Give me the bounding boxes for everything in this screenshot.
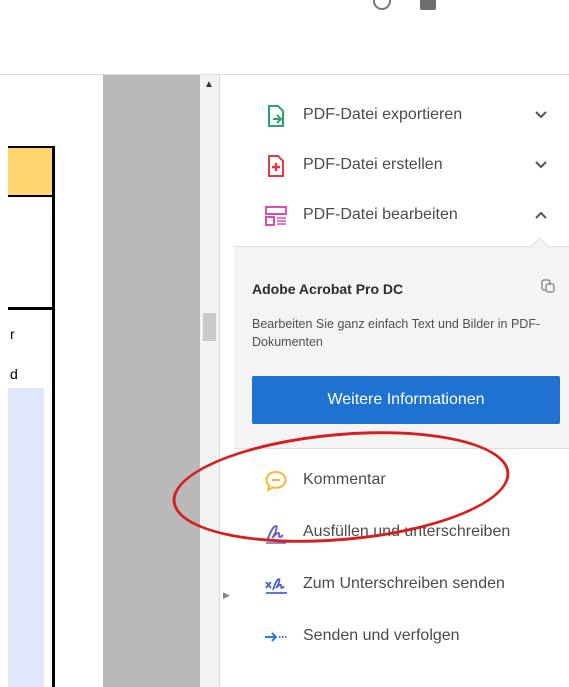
export-pdf-icon (268, 105, 284, 127)
promo-description: Bearbeiten Sie ganz einfach Text und Bil… (252, 317, 541, 349)
promo-title: Adobe Acrobat Pro DC (252, 281, 404, 297)
pane-splitter[interactable]: ▶ (219, 75, 235, 687)
edit-pdf-icon (265, 206, 287, 226)
more-info-button[interactable]: Weitere Informationen (252, 376, 560, 424)
table-border (52, 146, 55, 687)
scroll-up-icon[interactable]: ▲ (204, 79, 214, 90)
table-cell-text: d (10, 366, 18, 382)
top-toolbar (0, 0, 569, 21)
page-gap (103, 75, 200, 687)
form-field-area (8, 388, 44, 687)
chevron-up-icon[interactable] (531, 205, 551, 225)
clock-icon[interactable] (373, 0, 391, 10)
acrobat-pro-icon (541, 279, 555, 293)
vertical-scrollbar[interactable]: ▲ (200, 75, 219, 687)
tool-label: PDF-Datei erstellen (303, 156, 443, 173)
create-pdf-icon (268, 155, 284, 177)
tool-create-pdf[interactable]: PDF-Datei erstellen (234, 141, 569, 191)
chevron-down-icon[interactable] (531, 105, 551, 125)
tool-label: PDF-Datei bearbeiten (303, 206, 458, 223)
tool-send-track[interactable]: Senden und verfolgen (234, 612, 569, 662)
upsell-panel: Adobe Acrobat Pro DC Bearbeiten Sie ganz… (234, 237, 569, 449)
send-track-icon (265, 632, 287, 642)
tool-label: Zum Unterschreiben senden (303, 575, 505, 592)
tool-export-pdf[interactable]: PDF-Datei exportieren (234, 91, 569, 141)
table-cell-text: r (10, 326, 15, 342)
chevron-down-icon[interactable] (531, 155, 551, 175)
scrollbar-thumb[interactable] (203, 313, 216, 341)
collapse-pane-icon[interactable]: ▶ (223, 590, 230, 601)
send-for-signature-icon (265, 578, 287, 594)
tools-pane: PDF-Datei exportieren PDF-Datei erstelle… (234, 75, 569, 687)
tool-label: Senden und verfolgen (303, 627, 460, 644)
toolbar-square-icon[interactable] (420, 0, 436, 10)
table-border (8, 307, 55, 310)
tool-label: PDF-Datei exportieren (303, 106, 463, 123)
secondary-toolbar (0, 20, 569, 75)
tool-edit-pdf[interactable]: PDF-Datei bearbeiten (234, 191, 569, 241)
table-header-cell (8, 148, 53, 197)
tool-send-for-signature[interactable]: Zum Unterschreiben senden (234, 560, 569, 610)
